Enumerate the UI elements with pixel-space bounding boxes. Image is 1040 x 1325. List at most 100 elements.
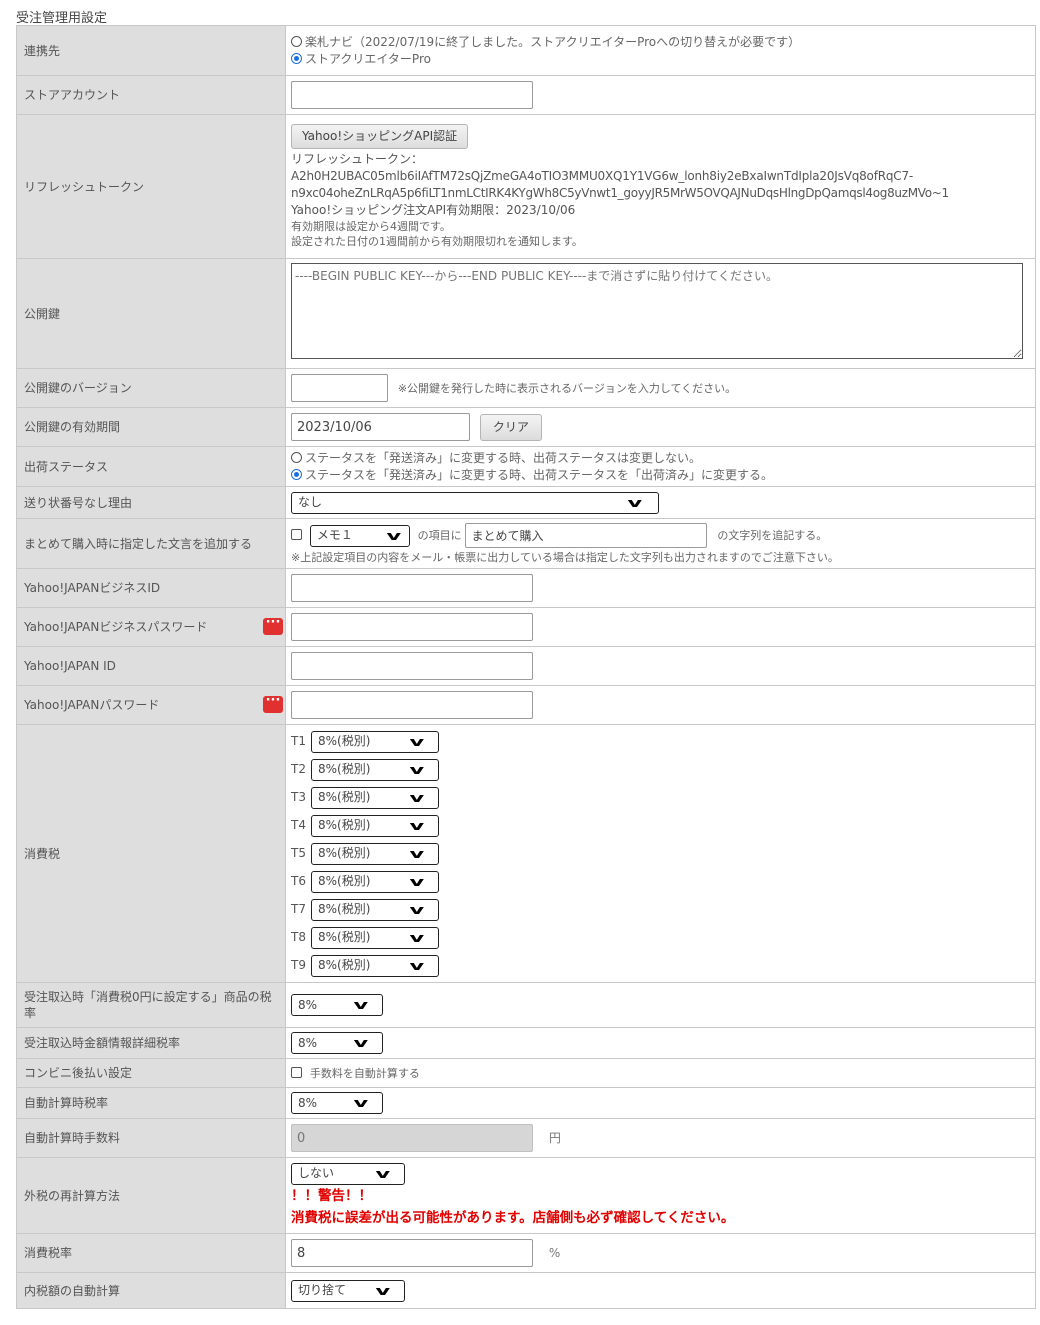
tax-item: T4 8%(税別) v: [291, 812, 1030, 840]
combined-purchase-text-input[interactable]: [465, 523, 708, 548]
tax-item-select[interactable]: 8%(税別) v: [311, 954, 439, 977]
memo-field-select[interactable]: メモ１ v: [309, 524, 410, 547]
row-public-key: 公開鍵: [16, 258, 1036, 369]
tax-item-select[interactable]: 8%(税別) v: [311, 786, 439, 809]
chevron-down-icon: v: [409, 818, 425, 833]
public-key-expiry-input[interactable]: [291, 413, 470, 441]
select-value: 切り捨て: [298, 1283, 347, 1297]
tax-item-label: T1: [291, 734, 306, 748]
token-line-2: n9xc04oheZnLRqA5p6fiLT1nmLCtIRK4KYgWh8C5…: [291, 186, 949, 200]
auto-fee-checkbox[interactable]: [291, 1066, 302, 1078]
row-label: 内税額の自動計算: [16, 1272, 286, 1309]
yen-unit: 円: [548, 1130, 561, 1145]
combined-purchase-note: ※上記設定項目の内容をメール・帳票に出力している場合は指定した文字列も出力されま…: [291, 551, 839, 564]
radio-link-2[interactable]: [291, 52, 302, 64]
row-label: 自動計算時手数料: [16, 1118, 286, 1158]
row-link: 連携先 楽札ナビ（2022/07/19に終了しました。ストアクリエイターProへ…: [16, 25, 1036, 76]
tax-item-select[interactable]: 8%(税別) v: [311, 842, 439, 865]
tax-list: T1 8%(税別) v T2 8%(税別) v T3 8%(税別) v T4 8%(税別) v T5 8%…: [291, 728, 1030, 980]
shipping-option-2[interactable]: ステータスを「発送済み」に変更する時、出荷ステータスを「出荷済み」に変更する。: [291, 467, 1030, 484]
row-value: 8% v: [285, 1087, 1036, 1119]
radio-shipping-2[interactable]: [291, 468, 302, 480]
option-label: ストアクリエイターPro: [305, 51, 431, 66]
row-label: ストアアカウント: [16, 75, 286, 115]
yahoo-api-auth-button[interactable]: Yahoo!ショッピングAPI認証: [291, 124, 469, 149]
warning-message: 消費税に誤差が出る可能性があります。店舗側も必ず確認してください。: [291, 1209, 735, 1226]
tax-item-select[interactable]: 8%(税別) v: [311, 758, 439, 781]
api-expiry: Yahoo!ショッピング注文API有効期限：2023/10/06: [291, 203, 576, 217]
select-value: 8%(税別): [318, 790, 371, 804]
internal-tax-auto-select[interactable]: 切り捨て v: [291, 1279, 405, 1302]
tax-item-select[interactable]: 8%(税別) v: [311, 730, 439, 753]
row-refresh-token: リフレッシュトークン Yahoo!ショッピングAPI認証 リフレッシュトークン：…: [16, 114, 1036, 259]
external-tax-method-select[interactable]: しない v: [291, 1162, 405, 1185]
business-id-input[interactable]: [291, 574, 533, 602]
store-account-input[interactable]: [291, 81, 533, 109]
select-value: 8%(税別): [318, 958, 371, 972]
clear-button[interactable]: クリア: [479, 413, 542, 441]
row-value: しない v ！！警告！！ 消費税に誤差が出る可能性があります。店舗側も必ず確認し…: [285, 1157, 1036, 1234]
tax-item: T9 8%(税別) v: [291, 952, 1030, 980]
row-auto-calc-fee: 自動計算時手数料 円: [16, 1118, 1036, 1158]
option-label: ステータスを「発送済み」に変更する時、出荷ステータスは変更しない。: [305, 450, 702, 465]
row-label: Yahoo!JAPAN ID: [16, 646, 286, 686]
password-reveal-icon[interactable]: ···: [263, 694, 283, 713]
link-option-1[interactable]: 楽札ナビ（2022/07/19に終了しました。ストアクリエイターProへの切り替…: [291, 34, 1030, 51]
chevron-down-icon: v: [409, 930, 425, 945]
radio-shipping-1[interactable]: [291, 451, 302, 463]
option-label: ステータスを「発送済み」に変更する時、出荷ステータスを「出荷済み」に変更する。: [305, 467, 774, 482]
chevron-down-icon: v: [627, 495, 643, 510]
shipping-option-1[interactable]: ステータスを「発送済み」に変更する時、出荷ステータスは変更しない。: [291, 450, 1030, 467]
tax-item-label: T9: [291, 958, 306, 972]
chevron-down-icon: v: [353, 1095, 369, 1111]
auto-calc-fee-input: [291, 1124, 533, 1152]
public-key-textarea[interactable]: [291, 263, 1023, 359]
amount-detail-tax-select[interactable]: 8% v: [291, 1032, 383, 1054]
chevron-down-icon: v: [409, 762, 425, 777]
row-yahoo-id: Yahoo!JAPAN ID: [16, 646, 1036, 686]
public-key-version-input[interactable]: [291, 374, 388, 402]
row-value: クリア: [285, 407, 1036, 447]
tax-item-label: T5: [291, 846, 306, 860]
chevron-down-icon: v: [409, 846, 425, 861]
tax-rate-input[interactable]: [291, 1239, 533, 1267]
row-value: 8% v: [285, 982, 1036, 1028]
select-value: 8%(税別): [318, 902, 371, 916]
tax-item: T3 8%(税別) v: [291, 784, 1030, 812]
tax-item-select[interactable]: 8%(税別) v: [311, 870, 439, 893]
password-reveal-icon[interactable]: ···: [263, 616, 283, 635]
tax-item-select[interactable]: 8%(税別) v: [311, 898, 439, 921]
yahoo-id-input[interactable]: [291, 652, 533, 680]
radio-link-1[interactable]: [291, 35, 302, 47]
row-business-id: Yahoo!JAPANビジネスID: [16, 568, 1036, 608]
row-value[interactable]: 手数料を自動計算する: [285, 1058, 1036, 1088]
row-label: 出荷ステータス: [16, 446, 286, 487]
row-value: 楽札ナビ（2022/07/19に終了しました。ストアクリエイターProへの切り替…: [285, 25, 1036, 76]
link-option-2[interactable]: ストアクリエイターPro: [291, 51, 1030, 68]
row-value: Yahoo!ショッピングAPI認証 リフレッシュトークン： A2h0H2UBAC…: [285, 114, 1036, 259]
select-value: 8%(税別): [318, 762, 371, 776]
combined-purchase-checkbox[interactable]: [291, 529, 302, 540]
row-value: ステータスを「発送済み」に変更する時、出荷ステータスは変更しない。 ステータスを…: [285, 446, 1036, 487]
tax-item-label: T2: [291, 762, 306, 776]
select-value: なし: [298, 495, 323, 509]
row-auto-calc-tax: 自動計算時税率 8% v: [16, 1087, 1036, 1119]
row-label: 送り状番号なし理由: [16, 486, 286, 519]
select-value: 8%: [298, 997, 318, 1012]
chevron-down-icon: v: [409, 734, 425, 749]
tax-item-select[interactable]: 8%(税別) v: [311, 814, 439, 837]
text-end: の文字列を追記する。: [717, 529, 828, 542]
no-tracking-reason-select[interactable]: なし v: [291, 491, 659, 514]
zero-tax-rate-select[interactable]: 8% v: [291, 994, 383, 1016]
select-value: 8%(税別): [318, 818, 371, 832]
row-label: 公開鍵: [16, 258, 286, 369]
yahoo-password-input[interactable]: [291, 691, 533, 719]
business-password-input[interactable]: [291, 613, 533, 641]
select-value: 8%(税別): [318, 930, 371, 944]
auto-calc-tax-select[interactable]: 8% v: [291, 1092, 383, 1114]
tax-item-label: T6: [291, 874, 306, 888]
row-label: 受注取込時金額情報詳細税率: [16, 1027, 286, 1059]
tax-item-select[interactable]: 8%(税別) v: [311, 926, 439, 949]
label-text: Yahoo!JAPANビジネスパスワード: [24, 620, 208, 634]
select-value: しない: [298, 1166, 335, 1180]
